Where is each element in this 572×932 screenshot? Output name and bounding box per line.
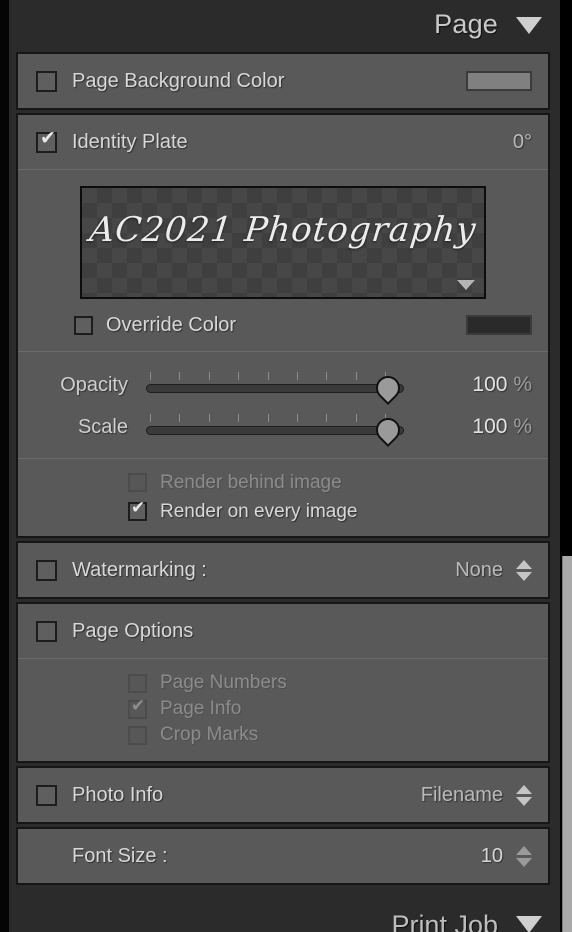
render-behind-image-row[interactable]: Render behind image [18, 468, 548, 497]
override-color-label: Override Color [106, 313, 237, 336]
identity-plate-preview-wrap: AC2021 Photography [18, 170, 548, 299]
identity-plate-sliders: Opacity 100 % Scale 100 % [18, 352, 548, 458]
photo-info-group: Photo Info Filename [16, 766, 550, 824]
scale-value[interactable]: 100 % [404, 415, 532, 439]
scale-slider[interactable] [146, 412, 405, 447]
page-background-color-row[interactable]: Page Background Color [18, 54, 548, 108]
watermarking-row[interactable]: Watermarking : None [18, 543, 548, 597]
page-info-row[interactable]: ✔ Page Info [18, 696, 548, 722]
crop-marks-label: Crop Marks [160, 724, 259, 745]
opacity-number: 100 [472, 373, 508, 396]
scale-slider-row[interactable]: Scale 100 % [18, 406, 548, 448]
page-options-group: Page Options Page Numbers ✔ Page Info Cr… [16, 602, 550, 763]
override-color-row[interactable]: Override Color [18, 299, 548, 351]
opacity-value[interactable]: 100 % [404, 373, 532, 397]
page-background-color-label: Page Background Color [72, 69, 285, 92]
page-numbers-row[interactable]: Page Numbers [18, 670, 548, 696]
print-job-title: Print Job [391, 909, 498, 932]
page-numbers-checkbox[interactable] [128, 673, 147, 693]
page-options-label: Page Options [72, 619, 194, 642]
watermarking-value: None [455, 558, 503, 581]
scale-label: Scale [77, 415, 128, 438]
slider-ticks [150, 414, 386, 422]
check-icon: ✔ [131, 695, 146, 716]
render-on-every-image-row[interactable]: ✔ Render on every image [18, 497, 548, 526]
render-on-every-image-label: Render on every image [160, 500, 358, 522]
page-title: Page [434, 8, 498, 39]
page-background-color-group: Page Background Color [16, 52, 550, 110]
opacity-label: Opacity [60, 373, 128, 396]
stepper-arrows-icon[interactable] [516, 845, 532, 867]
identity-plate-preview[interactable]: AC2021 Photography [80, 186, 486, 299]
check-icon: ✔ [131, 498, 146, 518]
override-color-swatch[interactable] [466, 315, 532, 335]
stepper-arrows-icon[interactable] [516, 559, 532, 581]
opacity-slider[interactable] [146, 370, 405, 405]
photo-info-row[interactable]: Photo Info Filename [18, 768, 548, 822]
identity-plate-preview-text: AC2021 Photography [87, 210, 479, 250]
watermarking-label: Watermarking : [72, 558, 207, 581]
chevron-down-icon[interactable] [516, 16, 542, 34]
chevron-down-icon[interactable] [516, 915, 542, 932]
opacity-slider-row[interactable]: Opacity 100 % [18, 364, 548, 406]
stepper-arrows-icon[interactable] [516, 784, 532, 806]
crop-marks-checkbox[interactable] [128, 725, 147, 745]
font-size-value: 10 [480, 844, 503, 867]
print-job-panel-header[interactable]: Print Job [9, 898, 560, 932]
right-gutter [560, 0, 572, 932]
check-icon: ✔ [40, 126, 56, 149]
photo-info-value: Filename [420, 783, 503, 806]
photo-info-label: Photo Info [72, 783, 164, 806]
identity-plate-group: ✔ Identity Plate 0° AC2021 Photography O… [16, 113, 550, 538]
page-options-checkbox[interactable] [36, 620, 57, 642]
scale-unit: % [513, 415, 532, 438]
watermarking-group: Watermarking : None [16, 541, 550, 599]
render-on-every-image-checkbox[interactable]: ✔ [128, 498, 147, 521]
slider-track[interactable] [146, 426, 404, 435]
identity-plate-row[interactable]: ✔ Identity Plate 0° [18, 115, 548, 169]
photo-info-dropdown[interactable]: Filename [421, 784, 532, 807]
page-info-label: Page Info [160, 698, 242, 719]
page-options-row[interactable]: Page Options [18, 604, 548, 658]
scale-number: 100 [472, 415, 508, 438]
slider-track[interactable] [146, 384, 404, 393]
slider-ticks [150, 372, 386, 380]
crop-marks-row[interactable]: Crop Marks [18, 722, 548, 748]
identity-plate-angle-value[interactable]: 0° [513, 131, 532, 154]
watermarking-dropdown[interactable]: None [455, 559, 532, 582]
photo-info-checkbox[interactable] [36, 784, 57, 806]
page-background-color-checkbox[interactable] [36, 70, 57, 92]
page-numbers-label: Page Numbers [160, 672, 287, 693]
page-background-color-swatch[interactable] [466, 71, 532, 91]
panel-header[interactable]: Page [9, 0, 560, 48]
font-size-label: Font Size : [72, 844, 168, 867]
font-size-stepper[interactable]: 10 [481, 845, 532, 868]
left-gutter [0, 0, 9, 932]
font-size-row[interactable]: Font Size : 10 [18, 829, 548, 883]
page-info-checkbox[interactable]: ✔ [128, 695, 147, 719]
triangle-down-icon[interactable] [457, 280, 475, 290]
override-color-checkbox[interactable] [74, 315, 93, 335]
render-behind-image-label: Render behind image [160, 471, 342, 493]
render-behind-image-checkbox[interactable] [128, 473, 147, 492]
panel-body: Page Background Color ✔ Identity Plate 0… [16, 52, 550, 888]
identity-plate-render-options: Render behind image ✔ Render on every im… [18, 459, 548, 536]
opacity-unit: % [513, 373, 532, 396]
watermarking-checkbox[interactable] [36, 559, 57, 581]
font-size-group: Font Size : 10 [16, 827, 550, 885]
page-options-items: Page Numbers ✔ Page Info Crop Marks [18, 659, 548, 761]
identity-plate-label: Identity Plate [72, 130, 188, 153]
print-page-panel: Page Page Background Color ✔ Identity Pl… [0, 0, 572, 932]
identity-plate-checkbox[interactable]: ✔ [36, 126, 57, 153]
